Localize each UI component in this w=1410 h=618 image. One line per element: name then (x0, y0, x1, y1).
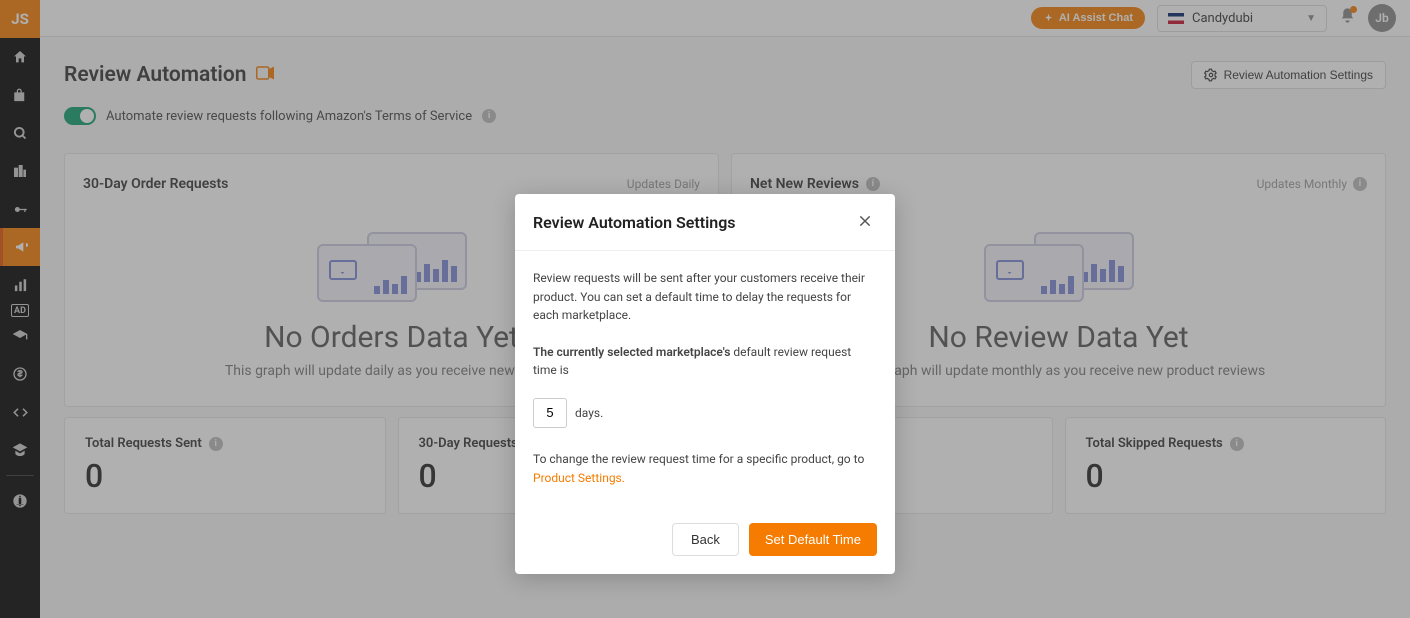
days-input[interactable] (533, 398, 567, 428)
modal-title: Review Automation Settings (533, 213, 736, 232)
product-settings-link[interactable]: Product Settings. (533, 471, 625, 485)
modal-line-bold: The currently selected marketplace's (533, 345, 730, 359)
back-button[interactable]: Back (672, 523, 739, 556)
close-icon (858, 214, 872, 228)
modal-close-button[interactable] (853, 210, 877, 234)
modal-change-text: To change the review request time for a … (533, 450, 877, 487)
modal-default-time-line: The currently selected marketplace's def… (533, 343, 877, 380)
settings-modal: Review Automation Settings Review reques… (515, 194, 895, 574)
days-suffix: days. (575, 404, 603, 423)
modal-overlay: Review Automation Settings Review reques… (0, 0, 1410, 618)
set-default-time-button[interactable]: Set Default Time (749, 523, 877, 556)
change-prefix: To change the review request time for a … (533, 452, 864, 466)
modal-intro-text: Review requests will be sent after your … (533, 269, 877, 325)
